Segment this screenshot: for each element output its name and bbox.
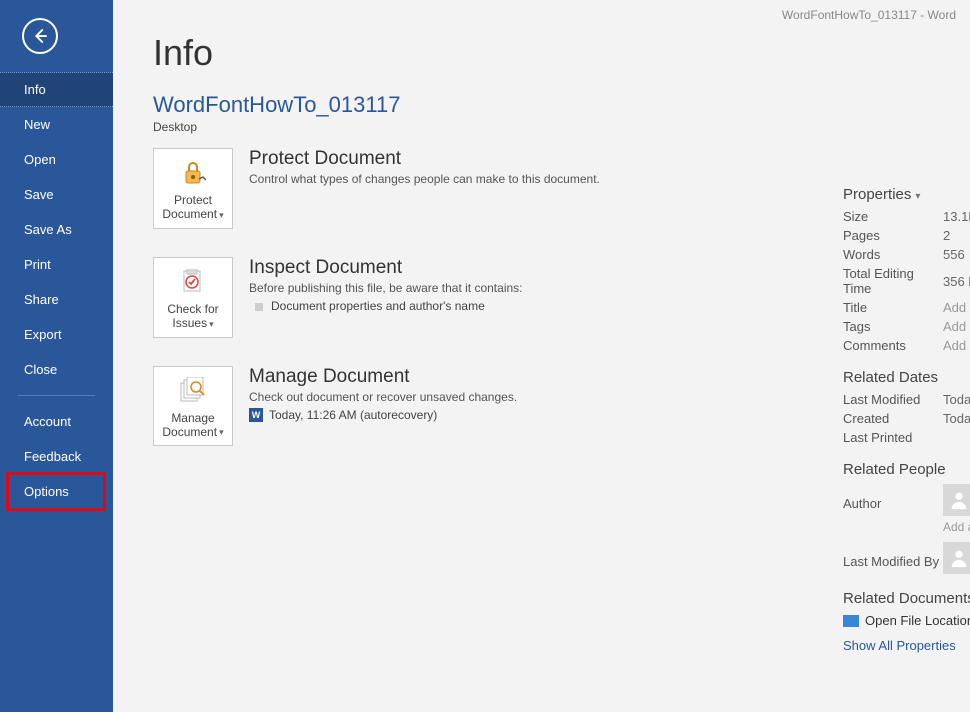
manage-heading: Manage Document (249, 366, 517, 388)
related-dates-heading: Related Dates (843, 369, 970, 386)
nav-print[interactable]: Print (0, 247, 113, 282)
nav-feedback[interactable]: Feedback (0, 439, 113, 474)
page-title: Info (153, 32, 970, 74)
nav-account[interactable]: Account (0, 404, 113, 439)
size-value: 13.1KB (943, 209, 970, 224)
nav-primary: Info New Open Save Save As Print Share E… (0, 72, 113, 509)
avatar (943, 542, 970, 574)
lock-shield-icon (180, 159, 206, 187)
manage-desc: Check out document or recover unsaved ch… (249, 390, 517, 404)
nav-close[interactable]: Close (0, 352, 113, 387)
protect-desc: Control what types of changes people can… (249, 172, 600, 186)
tags-label: Tags (843, 319, 943, 334)
last-modified-label: Last Modified (843, 392, 943, 407)
open-file-location-label: Open File Location (865, 613, 970, 628)
nav-open[interactable]: Open (0, 142, 113, 177)
related-people-heading: Related People (843, 461, 970, 478)
document-check-icon (179, 268, 207, 296)
comments-label: Comments (843, 338, 943, 353)
arrow-left-icon (31, 27, 49, 45)
tags-value[interactable]: Add a tag (943, 319, 970, 334)
inspect-desc: Before publishing this file, be aware th… (249, 281, 523, 295)
manage-button-label: Manage Document (162, 411, 217, 439)
inspect-heading: Inspect Document (249, 257, 523, 279)
person-icon (948, 489, 970, 511)
related-documents-heading: Related Documents (843, 590, 970, 607)
properties-heading[interactable]: Properties ▾ (843, 186, 970, 203)
check-for-issues-button[interactable]: Check for Issues▾ (153, 257, 233, 338)
manage-document-button[interactable]: Manage Document▾ (153, 366, 233, 447)
nav-share[interactable]: Share (0, 282, 113, 317)
folder-icon (843, 615, 859, 627)
show-all-properties-link[interactable]: Show All Properties (843, 638, 970, 653)
words-value: 556 (943, 247, 965, 262)
author-label: Author (843, 490, 943, 511)
tet-value: 356 Minutes (943, 274, 970, 289)
title-label: Title (843, 300, 943, 315)
open-file-location[interactable]: Open File Location (843, 613, 970, 628)
protect-heading: Protect Document (249, 148, 600, 170)
inspect-item-1: Document properties and author's name (249, 299, 523, 313)
person-icon (948, 547, 970, 569)
last-modified-value: Today, 4:22 PM (943, 392, 970, 407)
tet-label: Total Editing Time (843, 266, 943, 296)
autorecovery-text: Today, 11:26 AM (autorecovery) (269, 408, 437, 422)
backstage-sidebar: Info New Open Save Save As Print Share E… (0, 0, 113, 712)
word-file-icon: W (249, 408, 263, 422)
add-author[interactable]: Add an author (943, 520, 970, 534)
pages-value: 2 (943, 228, 950, 243)
properties-heading-text: Properties (843, 186, 911, 203)
nav-save[interactable]: Save (0, 177, 113, 212)
avatar (943, 484, 970, 516)
properties-panel: Properties ▾ Size13.1KB Pages2 Words556 T… (843, 186, 970, 653)
bullet-icon (255, 303, 263, 311)
back-button[interactable] (22, 18, 58, 54)
nav-options[interactable]: Options (8, 474, 104, 509)
autorecovery-entry[interactable]: W Today, 11:26 AM (autorecovery) (249, 408, 517, 423)
comments-value[interactable]: Add comments (943, 338, 970, 353)
nav-separator (18, 395, 95, 396)
size-label: Size (843, 209, 943, 224)
nav-export[interactable]: Export (0, 317, 113, 352)
words-label: Words (843, 247, 943, 262)
protect-button-label: Protect Document (162, 193, 217, 221)
nav-info[interactable]: Info (0, 72, 113, 107)
last-modified-by-label: Last Modified By (843, 548, 943, 569)
document-stack-icon (178, 377, 208, 405)
nav-save-as[interactable]: Save As (0, 212, 113, 247)
protect-document-button[interactable]: Protect Document▾ (153, 148, 233, 229)
chevron-down-icon: ▾ (209, 319, 214, 330)
document-title[interactable]: WordFontHowTo_013117 (153, 92, 970, 118)
pages-label: Pages (843, 228, 943, 243)
inspect-item-1-text: Document properties and author's name (271, 299, 485, 313)
created-label: Created (843, 411, 943, 426)
chevron-down-icon: ▾ (915, 191, 920, 202)
nav-new[interactable]: New (0, 107, 113, 142)
title-value[interactable]: Add a title (943, 300, 970, 315)
main-panel: Info WordFontHowTo_013117 Desktop Protec… (113, 0, 970, 712)
last-printed-label: Last Printed (843, 430, 943, 445)
document-location: Desktop (153, 120, 970, 134)
chevron-down-icon: ▾ (219, 427, 224, 438)
chevron-down-icon: ▾ (219, 210, 224, 221)
created-value: Today, 10:29 AM (943, 411, 970, 426)
